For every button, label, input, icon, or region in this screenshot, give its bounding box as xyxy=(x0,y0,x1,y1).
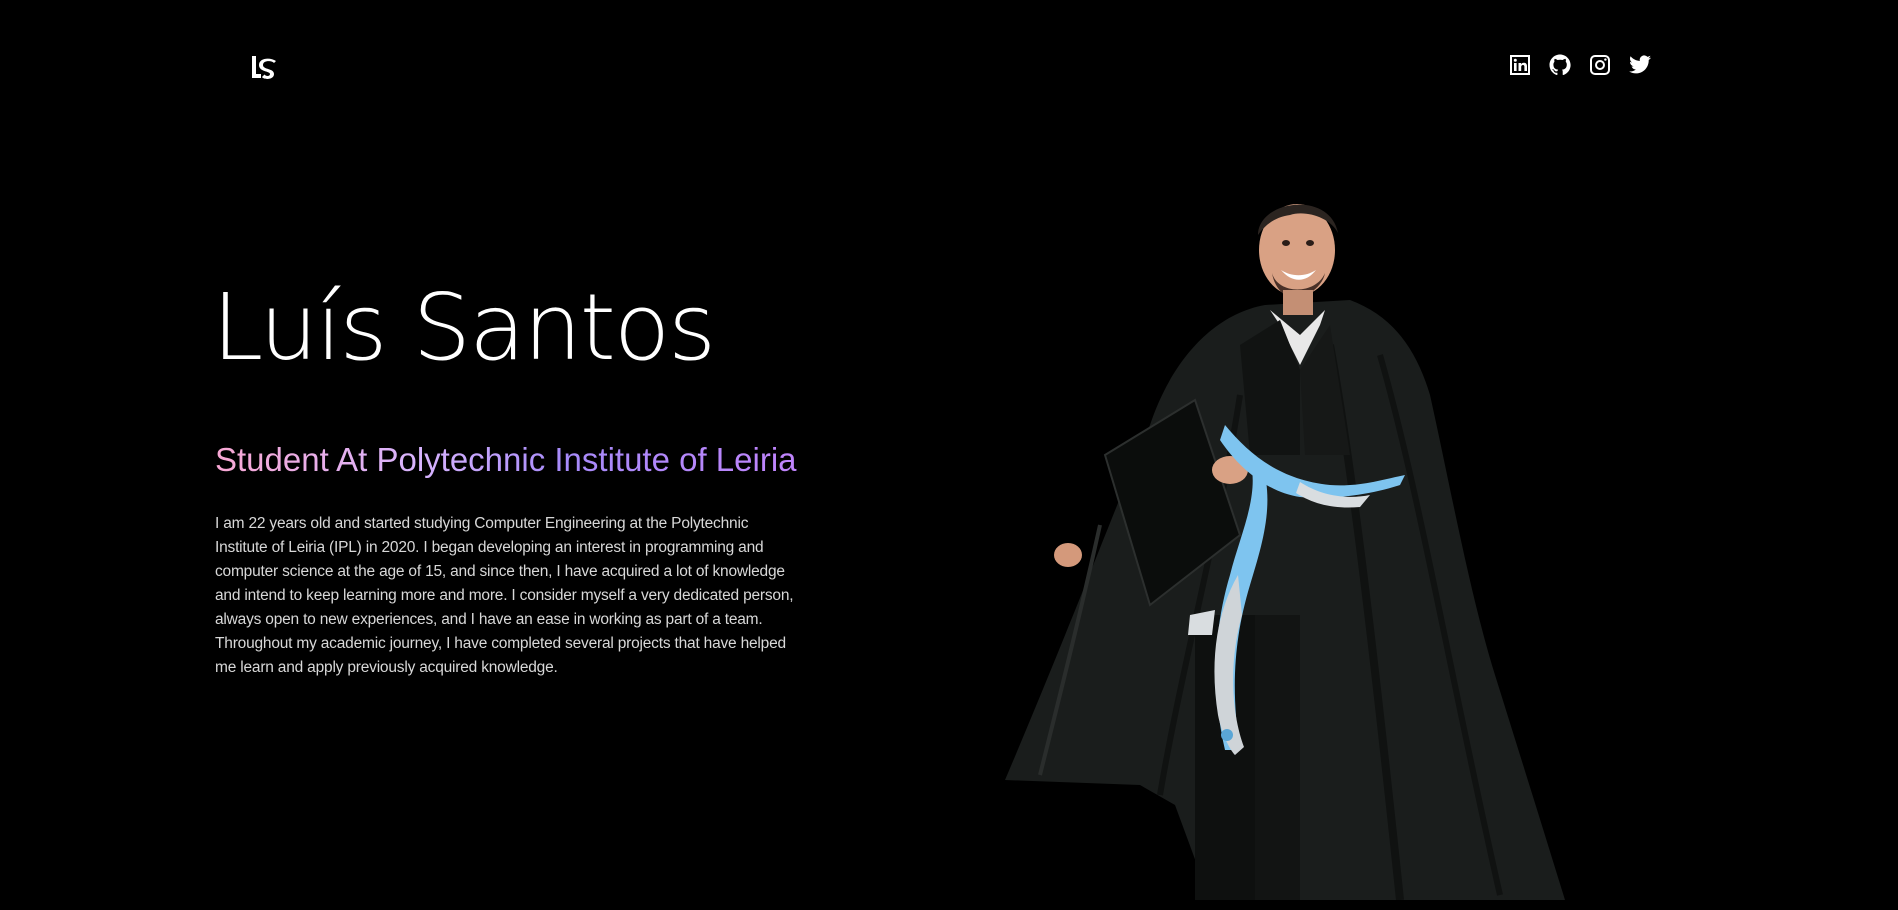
github-icon xyxy=(1549,54,1571,76)
graduate-portrait-illustration xyxy=(1005,204,1565,900)
page: Luís Santos Student At Polytechnic Insti… xyxy=(0,0,1898,910)
logo-mark-icon xyxy=(252,56,276,79)
twitter-icon xyxy=(1629,55,1651,74)
social-links xyxy=(1508,53,1652,77)
logo[interactable] xyxy=(247,51,281,85)
instagram-link[interactable] xyxy=(1588,53,1612,77)
twitter-link[interactable] xyxy=(1628,53,1652,77)
hero-name: Luís Santos xyxy=(212,274,716,381)
hero-bio: I am 22 years old and started studying C… xyxy=(215,515,794,676)
portrait-image xyxy=(1000,195,1600,900)
hero-subtitle: Student At Polytechnic Institute of Leir… xyxy=(215,437,797,483)
linkedin-icon xyxy=(1510,55,1530,75)
linkedin-link[interactable] xyxy=(1508,53,1532,77)
github-link[interactable] xyxy=(1548,53,1572,77)
instagram-icon xyxy=(1590,55,1610,75)
